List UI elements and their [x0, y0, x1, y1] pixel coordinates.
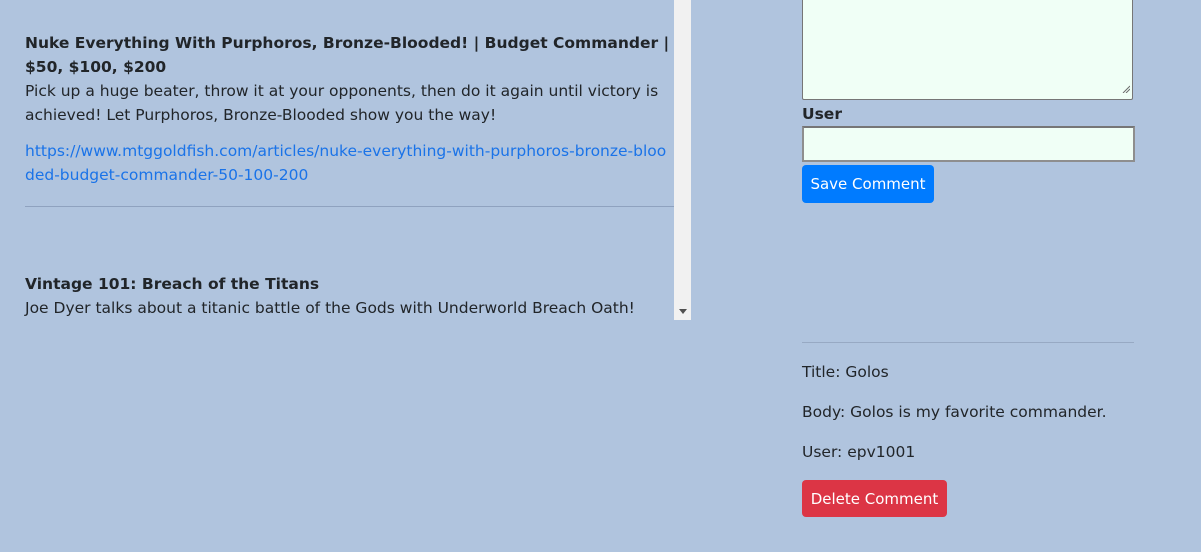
- article-divider: [25, 206, 675, 207]
- article-link[interactable]: https://www.mtggoldfish.com/articles/nuk…: [25, 139, 675, 187]
- article-item: Nuke Everything With Purphoros, Bronze-B…: [25, 31, 675, 187]
- page: Nuke Everything With Purphoros, Bronze-B…: [0, 0, 1201, 552]
- comment-title: Title: Golos: [802, 363, 889, 381]
- article-description: Joe Dyer talks about a titanic battle of…: [25, 299, 635, 317]
- chevron-down-icon[interactable]: [674, 303, 691, 320]
- user-input[interactable]: [802, 126, 1135, 162]
- comment-body-textarea[interactable]: [802, 0, 1133, 100]
- comment-body: Body: Golos is my favorite commander.: [802, 403, 1107, 421]
- scrollbar[interactable]: [674, 0, 691, 320]
- user-label: User: [802, 105, 842, 123]
- article-description: Pick up a huge beater, throw it at your …: [25, 82, 659, 124]
- articles-list[interactable]: Nuke Everything With Purphoros, Bronze-B…: [0, 0, 691, 320]
- delete-comment-button[interactable]: Delete Comment: [802, 480, 947, 517]
- comment-user: User: epv1001: [802, 443, 916, 461]
- save-comment-button[interactable]: Save Comment: [802, 165, 934, 203]
- comment-divider: [802, 342, 1134, 343]
- resize-grip-icon[interactable]: [1122, 78, 1131, 97]
- article-item: Vintage 101: Breach of the Titans Joe Dy…: [25, 272, 675, 320]
- article-title: Nuke Everything With Purphoros, Bronze-B…: [25, 34, 670, 76]
- article-title: Vintage 101: Breach of the Titans: [25, 275, 320, 293]
